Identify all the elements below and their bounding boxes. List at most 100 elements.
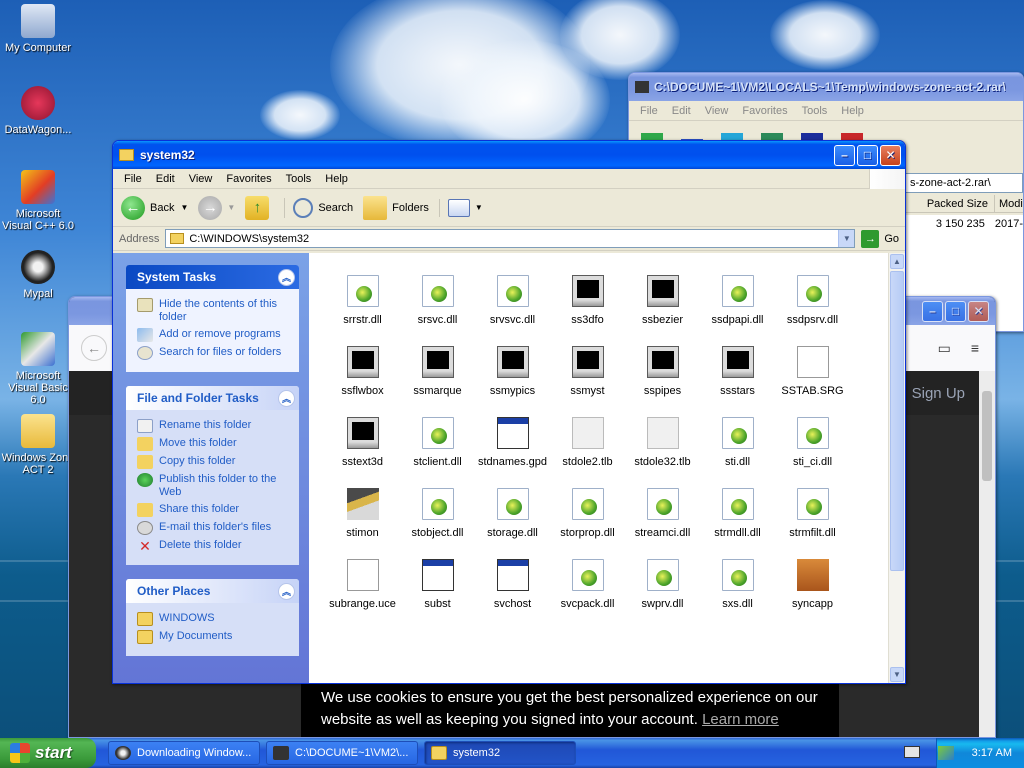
scroll-down-button[interactable]: ▼ <box>890 667 904 682</box>
signup-link[interactable]: Sign Up <box>912 385 965 402</box>
file-item[interactable]: srrstr.dll <box>325 275 400 326</box>
maximize-button[interactable]: □ <box>857 144 878 166</box>
menu-edit[interactable]: Edit <box>149 173 182 185</box>
place-windows[interactable]: WINDOWS <box>137 612 293 626</box>
go-button[interactable]: → Go <box>861 229 899 248</box>
place-my-documents[interactable]: My Documents <box>137 630 293 644</box>
winrar-menu-tools[interactable]: Tools <box>795 105 835 117</box>
winrar-menu-help[interactable]: Help <box>834 105 871 117</box>
file-item[interactable]: svchost <box>475 559 550 610</box>
search-button[interactable]: Search <box>284 197 353 218</box>
winrar-menu-favorites[interactable]: Favorites <box>735 105 794 117</box>
back-button[interactable]: ← Back ▼ <box>121 195 188 220</box>
file-item[interactable]: stclient.dll <box>400 417 475 468</box>
desktop-icon-mypal[interactable]: Mypal <box>0 250 76 300</box>
file-item[interactable]: ssbezier <box>625 275 700 326</box>
file-item[interactable]: ssdpsrv.dll <box>775 275 850 326</box>
file-item[interactable]: ssmyst <box>550 346 625 397</box>
taskbar-button-browser[interactable]: Downloading Window... <box>108 741 260 765</box>
menu-view[interactable]: View <box>182 173 220 185</box>
file-item[interactable]: SSTAB.SRG <box>775 346 850 397</box>
file-item[interactable]: stimon <box>325 488 400 539</box>
scroll-up-button[interactable]: ▲ <box>890 254 904 269</box>
file-item[interactable]: ssstars <box>700 346 775 397</box>
task-move-folder[interactable]: Move this folder <box>137 437 293 451</box>
file-item[interactable]: sxs.dll <box>700 559 775 610</box>
column-modified[interactable]: Modi <box>995 195 1023 212</box>
system-tasks-header[interactable]: System Tasks ︽ <box>126 265 299 289</box>
file-item[interactable]: stdnames.gpd <box>475 417 550 468</box>
file-item[interactable]: streamci.dll <box>625 488 700 539</box>
chevron-down-icon[interactable]: ▼ <box>180 203 188 212</box>
scrollbar-thumb[interactable] <box>982 391 992 481</box>
file-item[interactable]: subst <box>400 559 475 610</box>
file-item[interactable]: svcpack.dll <box>550 559 625 610</box>
menu-favorites[interactable]: Favorites <box>219 173 278 185</box>
network-icon[interactable] <box>937 746 954 760</box>
forward-button[interactable]: → ▼ <box>198 195 235 220</box>
menu-tools[interactable]: Tools <box>279 173 319 185</box>
address-input[interactable]: C:\WINDOWS\system32 ▼ <box>165 229 856 248</box>
file-item[interactable]: strmfilt.dll <box>775 488 850 539</box>
file-item[interactable]: ssmarque <box>400 346 475 397</box>
desktop-icon-visual-basic[interactable]: Microsoft Visual Basic 6.0 <box>0 332 76 406</box>
file-item[interactable]: srvsvc.dll <box>475 275 550 326</box>
column-packed-size[interactable]: Packed Size <box>905 195 995 212</box>
file-item[interactable]: subrange.uce <box>325 559 400 610</box>
winrar-menu-edit[interactable]: Edit <box>665 105 698 117</box>
folders-button[interactable]: Folders <box>363 195 429 220</box>
explorer-window[interactable]: system32 – □ ✕ File Edit View Favorites … <box>112 140 906 684</box>
desktop-icon-visual-cpp[interactable]: Microsoft Visual C++ 6.0 <box>0 170 76 232</box>
file-item[interactable]: sstext3d <box>325 417 400 468</box>
task-hide-contents[interactable]: Hide the contents of this folder <box>137 298 293 324</box>
file-item[interactable]: sspipes <box>625 346 700 397</box>
file-item[interactable]: syncapp <box>775 559 850 610</box>
winrar-menu-file[interactable]: File <box>633 105 665 117</box>
task-email-files[interactable]: E-mail this folder's files <box>137 521 293 535</box>
file-item[interactable]: strmdll.dll <box>700 488 775 539</box>
chevron-down-icon[interactable]: ▼ <box>227 203 235 212</box>
task-search-files[interactable]: Search for files or folders <box>137 346 293 360</box>
task-publish-web[interactable]: Publish this folder to the Web <box>137 473 293 499</box>
menu-file[interactable]: File <box>117 173 149 185</box>
cookie-learn-more[interactable]: Learn more <box>702 711 779 728</box>
task-delete-folder[interactable]: ✕ Delete this folder <box>137 539 293 553</box>
taskbar-button-winrar[interactable]: C:\DOCUME~1\VM2\... <box>266 741 418 765</box>
address-dropdown-button[interactable]: ▼ <box>838 230 855 247</box>
task-add-remove-programs[interactable]: Add or remove programs <box>137 328 293 342</box>
menu-icon[interactable]: ≡ <box>971 340 979 357</box>
minimize-button[interactable]: – <box>834 144 855 166</box>
desktop-icon-my-computer[interactable]: My Computer <box>0 4 76 54</box>
collapse-icon[interactable]: ︽ <box>278 582 295 600</box>
back-icon[interactable]: ← <box>81 335 107 361</box>
file-folder-tasks-header[interactable]: File and Folder Tasks ︽ <box>126 386 299 410</box>
file-item[interactable]: ssflwbox <box>325 346 400 397</box>
menu-help[interactable]: Help <box>318 173 355 185</box>
maximize-button[interactable]: □ <box>945 300 966 322</box>
file-item[interactable]: stdole32.tlb <box>625 417 700 468</box>
close-button[interactable]: ✕ <box>880 144 901 166</box>
clock[interactable]: 3:17 AM <box>972 747 1012 759</box>
other-places-header[interactable]: Other Places ︽ <box>126 579 299 603</box>
minimize-button[interactable]: – <box>922 300 943 322</box>
collapse-icon[interactable]: ︽ <box>278 268 295 286</box>
reader-icon[interactable]: ▭ <box>938 340 951 357</box>
taskbar-button-system32[interactable]: system32 <box>424 741 576 765</box>
file-view[interactable]: srrstr.dll srsvc.dll srvsvc.dll ss3dfo ssbez… <box>309 253 888 683</box>
file-view-scrollbar[interactable]: ▲ ▼ <box>888 253 905 683</box>
file-item[interactable]: storage.dll <box>475 488 550 539</box>
up-button[interactable]: ↑ <box>245 195 274 220</box>
file-item[interactable]: sti_ci.dll <box>775 417 850 468</box>
collapse-icon[interactable]: ︽ <box>278 389 295 407</box>
winrar-titlebar[interactable]: C:\DOCUME~1\VM2\LOCALS~1\Temp\windows-zo… <box>629 73 1023 101</box>
scrollbar-thumb[interactable] <box>890 271 904 571</box>
explorer-titlebar[interactable]: system32 – □ ✕ <box>113 141 905 169</box>
file-item[interactable]: swprv.dll <box>625 559 700 610</box>
file-item[interactable]: stdole2.tlb <box>550 417 625 468</box>
chevron-down-icon[interactable]: ▼ <box>475 203 483 212</box>
winrar-path-bar[interactable]: s-zone-act-2.rar\ <box>905 173 1023 193</box>
task-copy-folder[interactable]: Copy this folder <box>137 455 293 469</box>
desktop-icon-windows-zone[interactable]: Windows Zone ACT 2 <box>0 414 76 476</box>
task-rename-folder[interactable]: Rename this folder <box>137 419 293 433</box>
file-item[interactable]: ss3dfo <box>550 275 625 326</box>
